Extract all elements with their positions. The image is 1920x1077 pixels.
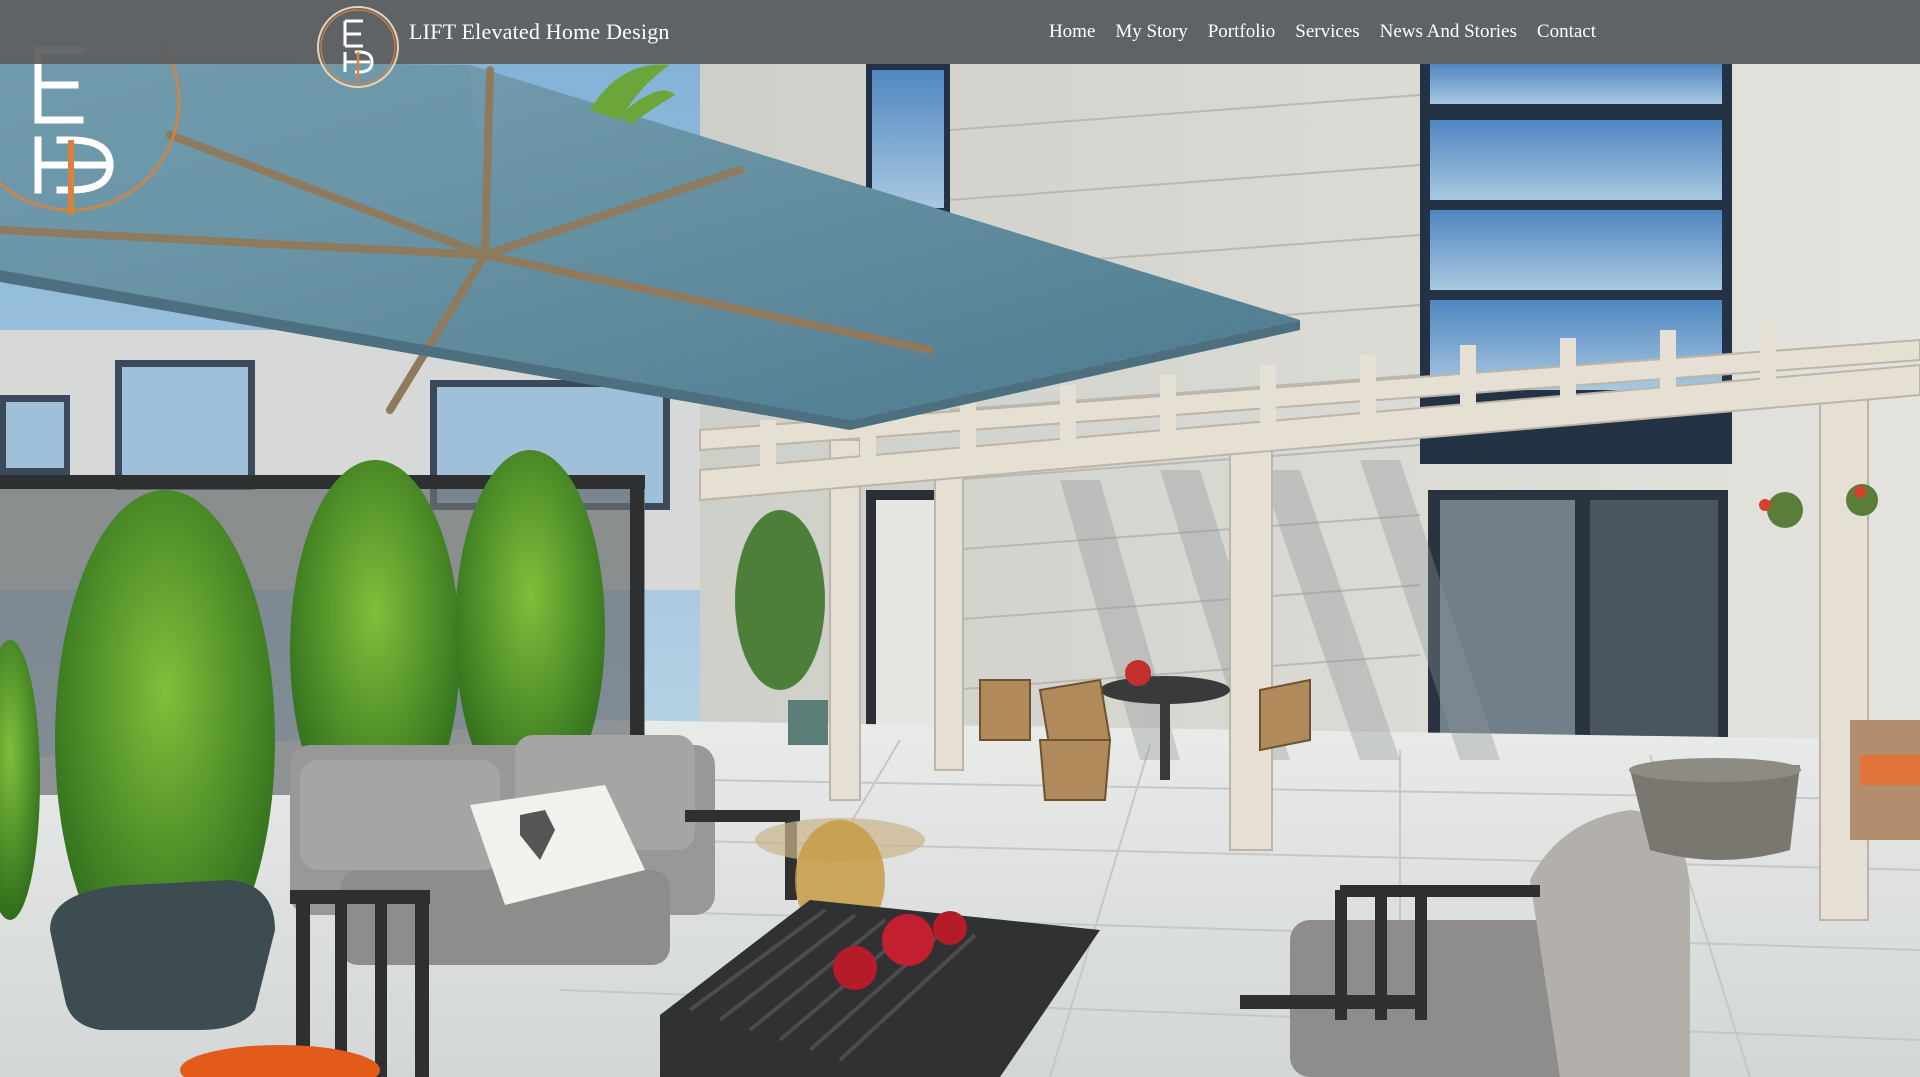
nav-item-news-and-stories[interactable]: News And Stories xyxy=(1370,21,1527,43)
nav-item-home[interactable]: Home xyxy=(1039,21,1105,43)
nav-item-portfolio[interactable]: Portfolio xyxy=(1198,21,1286,43)
brand-home-link[interactable]: LIFT Elevated Home Design xyxy=(315,3,670,88)
lehd-monogram-logo-icon xyxy=(317,6,399,88)
hero-image xyxy=(0,0,1920,1077)
page: LIFT Elevated Home Design Home My Story … xyxy=(0,0,1920,1077)
nav-item-my-story[interactable]: My Story xyxy=(1105,21,1197,43)
nav-item-services[interactable]: Services xyxy=(1285,21,1369,43)
brand-name: LIFT Elevated Home Design xyxy=(409,19,670,44)
lehd-watermark-logo-icon xyxy=(0,40,181,215)
main-nav: Home My Story Portfolio Services News An… xyxy=(1039,0,1606,64)
nav-item-contact[interactable]: Contact xyxy=(1527,21,1606,43)
site-header: LIFT Elevated Home Design Home My Story … xyxy=(0,0,1920,88)
